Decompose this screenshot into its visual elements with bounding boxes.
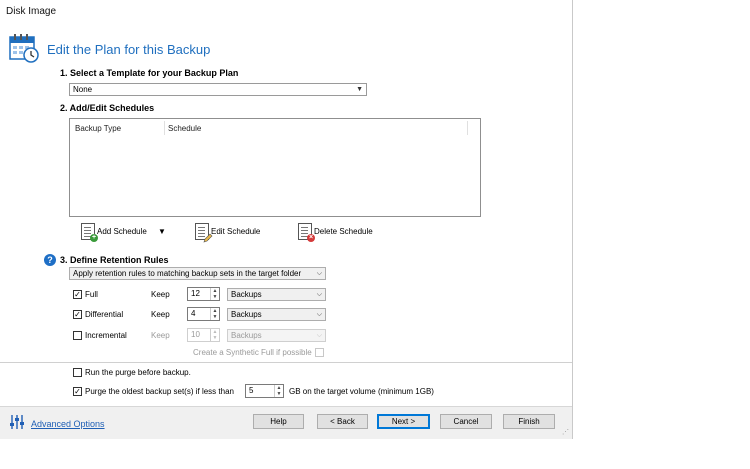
edit-schedule-label: Edit Schedule: [211, 227, 261, 236]
differential-keep-label: Keep: [151, 310, 170, 319]
column-separator: [164, 121, 165, 135]
delete-document-icon: ×: [298, 223, 315, 242]
calendar-clock-icon: [8, 32, 40, 64]
full-count-stepper[interactable]: 12 ▲ ▼: [187, 287, 220, 301]
chevron-down-icon: ⌵: [316, 332, 322, 339]
purge-threshold-value: 5: [249, 386, 254, 395]
purge-oldest-checkbox[interactable]: ✓: [73, 387, 82, 396]
full-checkbox[interactable]: ✓: [73, 290, 82, 299]
advanced-options-link[interactable]: Advanced Options: [31, 419, 105, 429]
synthetic-full-label: Create a Synthetic Full if possible: [193, 348, 312, 357]
retention-rule-value: Apply retention rules to matching backup…: [73, 269, 302, 278]
run-purge-before-checkbox[interactable]: [73, 368, 82, 377]
add-schedule-label: Add Schedule: [97, 227, 147, 236]
template-select[interactable]: None ▼: [69, 83, 367, 96]
chevron-down-icon: ▼: [356, 86, 363, 93]
incremental-keep-label: Keep: [151, 331, 170, 340]
differential-unit-value: Backups: [231, 310, 262, 319]
spinner-arrows-icon[interactable]: ▲ ▼: [210, 288, 219, 300]
incremental-count-stepper[interactable]: 10 ▲ ▼: [187, 328, 220, 342]
full-label: Full: [85, 290, 98, 299]
help-button[interactable]: Help: [253, 414, 304, 429]
full-unit-select[interactable]: Backups ⌵: [227, 288, 326, 301]
differential-count-value: 4: [191, 309, 196, 318]
edit-document-icon: [195, 223, 213, 243]
cancel-button[interactable]: Cancel: [440, 414, 492, 429]
retention-rule-select[interactable]: Apply retention rules to matching backup…: [69, 267, 326, 280]
purge-oldest-label: Purge the oldest backup set(s) if less t…: [85, 387, 234, 396]
help-icon[interactable]: ?: [44, 254, 56, 266]
finish-button[interactable]: Finish: [503, 414, 555, 429]
full-keep-label: Keep: [151, 290, 170, 299]
disk-image-window: Disk Image Edit the Plan for this Backup…: [0, 0, 573, 439]
incremental-unit-value: Backups: [231, 331, 262, 340]
incremental-checkbox[interactable]: [73, 331, 82, 340]
spinner-arrows-icon[interactable]: ▲ ▼: [210, 308, 219, 320]
template-heading: 1. Select a Template for your Backup Pla…: [60, 68, 239, 78]
page-title: Edit the Plan for this Backup: [47, 42, 211, 57]
add-schedule-dropdown-icon[interactable]: ▼: [158, 227, 166, 236]
differential-checkbox[interactable]: ✓: [73, 310, 82, 319]
column-separator: [467, 121, 468, 135]
differential-label: Differential: [85, 310, 124, 319]
synthetic-full-checkbox[interactable]: [315, 348, 324, 357]
spinner-arrows-icon[interactable]: ▲ ▼: [274, 385, 283, 397]
purge-threshold-suffix: GB on the target volume (minimum 1GB): [289, 387, 434, 396]
template-select-value: None: [73, 85, 93, 94]
incremental-label: Incremental: [85, 331, 127, 340]
full-unit-value: Backups: [231, 290, 262, 299]
retention-heading: 3. Define Retention Rules: [60, 255, 169, 265]
chevron-down-icon: ⌵: [316, 311, 322, 318]
window-title: Disk Image: [6, 6, 57, 17]
differential-count-stepper[interactable]: 4 ▲ ▼: [187, 307, 220, 321]
edit-schedule-button[interactable]: Edit Schedule: [195, 223, 261, 243]
resize-grip-icon[interactable]: ⋰: [562, 429, 570, 437]
incremental-count-value: 10: [191, 330, 200, 339]
column-header-schedule[interactable]: Schedule: [168, 124, 201, 133]
run-purge-before-label: Run the purge before backup.: [85, 368, 191, 377]
spinner-arrows-icon[interactable]: ▲ ▼: [210, 329, 219, 341]
purge-threshold-stepper[interactable]: 5 ▲ ▼: [245, 384, 284, 398]
next-button[interactable]: Next >: [377, 414, 430, 429]
column-header-backup-type[interactable]: Backup Type: [75, 124, 121, 133]
chevron-down-icon: ⌵: [316, 270, 322, 277]
schedules-list[interactable]: Backup Type Schedule: [69, 118, 481, 217]
differential-unit-select[interactable]: Backups ⌵: [227, 308, 326, 321]
section-divider: [0, 362, 572, 363]
incremental-unit-select[interactable]: Backups ⌵: [227, 329, 326, 342]
add-document-icon: +: [81, 223, 98, 242]
add-schedule-button[interactable]: + Add Schedule: [81, 223, 147, 242]
back-button[interactable]: < Back: [317, 414, 368, 429]
delete-schedule-label: Delete Schedule: [314, 227, 373, 236]
chevron-down-icon: ⌵: [316, 291, 322, 298]
sliders-icon[interactable]: [9, 414, 25, 432]
full-count-value: 12: [191, 289, 200, 298]
delete-schedule-button[interactable]: × Delete Schedule: [298, 223, 373, 242]
schedules-heading: 2. Add/Edit Schedules: [60, 103, 155, 113]
